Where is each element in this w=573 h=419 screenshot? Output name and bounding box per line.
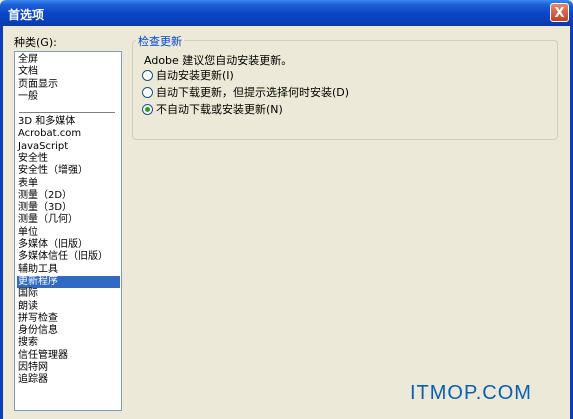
- auto-download-label[interactable]: 自动下载更新，但提示选择何时安装(D): [156, 86, 349, 99]
- update-description: Adobe 建议您自动安装更新。: [144, 54, 293, 67]
- category-item[interactable]: 文档: [17, 66, 120, 78]
- category-item[interactable]: 国际: [17, 288, 120, 300]
- category-item[interactable]: 一般: [17, 91, 120, 103]
- window-frame-left: [0, 26, 3, 419]
- categories-label: 种类(G):: [14, 36, 57, 49]
- title-bar: 首选项 X: [0, 0, 573, 26]
- no-auto-update-option[interactable]: 不自动下载或安装更新(N): [142, 103, 283, 117]
- auto-download-option[interactable]: 自动下载更新，但提示选择何时安装(D): [142, 86, 349, 100]
- category-item[interactable]: 单位: [17, 227, 120, 239]
- category-item[interactable]: 朗读: [17, 301, 120, 313]
- category-item[interactable]: 测量（3D）: [17, 202, 120, 214]
- category-item[interactable]: 搜索: [17, 337, 120, 349]
- category-item[interactable]: 多媒体（旧版）: [17, 239, 120, 251]
- category-item[interactable]: 更新程序: [17, 275, 120, 288]
- category-item[interactable]: 测量（2D）: [17, 190, 120, 202]
- no-auto-update-radio[interactable]: [142, 104, 153, 115]
- watermark: ITMOP.COM: [410, 382, 532, 404]
- close-button[interactable]: X: [550, 3, 569, 22]
- auto-install-option[interactable]: 自动安装更新(I): [142, 69, 234, 83]
- category-item[interactable]: 追踪器: [17, 374, 120, 386]
- category-item[interactable]: 页面显示: [17, 79, 120, 91]
- category-item[interactable]: 多媒体信任（旧版）: [17, 251, 120, 263]
- category-item[interactable]: 测量（几何）: [17, 214, 120, 226]
- category-item[interactable]: 身份信息: [17, 325, 120, 337]
- category-item[interactable]: 因特网: [17, 362, 120, 374]
- auto-install-radio[interactable]: [142, 70, 153, 81]
- auto-install-label[interactable]: 自动安装更新(I): [156, 69, 234, 82]
- check-updates-title: 检查更新: [136, 33, 184, 49]
- category-item[interactable]: 3D 和多媒体: [17, 116, 120, 128]
- auto-download-radio[interactable]: [142, 87, 153, 98]
- no-auto-update-label[interactable]: 不自动下载或安装更新(N): [156, 103, 283, 116]
- category-item[interactable]: Acrobat.com: [17, 128, 120, 140]
- category-item[interactable]: 拼写检查: [17, 313, 120, 325]
- category-item[interactable]: 信任管理器: [17, 350, 120, 362]
- category-item[interactable]: 安全性: [17, 153, 120, 165]
- category-item[interactable]: 辅助工具: [17, 264, 120, 276]
- category-separator: [19, 112, 115, 114]
- window-title: 首选项: [8, 8, 45, 22]
- category-item[interactable]: 全屏: [17, 54, 120, 66]
- categories-list[interactable]: 全屏 文档 页面显示 一般 3D 和多媒体 Acrobat.com JavaScript 安全…: [14, 51, 122, 411]
- category-item[interactable]: 安全性（增强）: [17, 165, 120, 177]
- category-item[interactable]: 表单: [17, 178, 120, 190]
- category-item[interactable]: JavaScript: [17, 141, 120, 153]
